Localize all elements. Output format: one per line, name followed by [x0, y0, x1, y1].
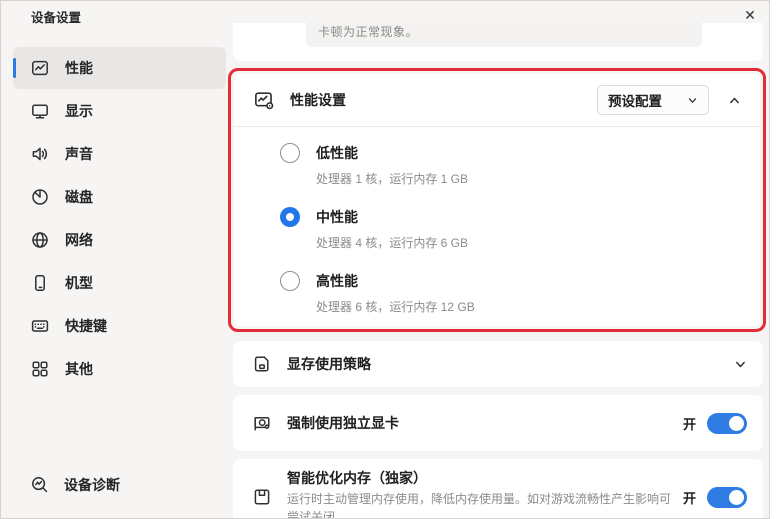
keyboard-icon [30, 316, 50, 336]
sidebar-item-model[interactable]: 机型 [13, 262, 226, 304]
option-low-performance: 低性能 处理器 1 核，运行内存 1 GB [280, 143, 760, 187]
device-settings-window: 设备设置 ✕ 性能 显示 声音 磁盘 [0, 0, 770, 519]
option-medium-performance: 中性能 处理器 4 核，运行内存 6 GB [280, 207, 760, 251]
window-title: 设备设置 [31, 7, 81, 26]
force-dgpu-card: 强制使用独立显卡 开 [233, 395, 763, 451]
grid-icon [30, 359, 50, 379]
disk-pie-icon [30, 187, 50, 207]
performance-settings-card: 性能设置 预设配置 低性能 [234, 74, 760, 326]
performance-settings-header: 性能设置 预设配置 [234, 74, 760, 127]
smart-memory-card: 智能优化内存（独家） 运行时主动管理内存使用，降低内存使用量。如对游戏流畅性产生… [233, 459, 763, 519]
chevron-down-icon [734, 358, 747, 371]
performance-options: 低性能 处理器 1 核，运行内存 1 GB 中性能 处理器 4 核，运行内存 6… [234, 127, 760, 315]
sidebar-item-label: 显示 [65, 101, 93, 121]
sidebar-item-label: 磁盘 [65, 187, 93, 207]
sidebar-item-diagnostics[interactable]: 设备诊断 [13, 467, 226, 503]
radio-unselected[interactable] [280, 143, 300, 163]
sidebar-item-label: 机型 [65, 273, 93, 293]
option-high-performance: 高性能 处理器 6 核，运行内存 12 GB [280, 271, 760, 315]
smart-memory-title: 智能优化内存（独家） [287, 468, 683, 488]
preset-config-label: 预设配置 [608, 90, 662, 110]
force-dgpu-title: 强制使用独立显卡 [287, 413, 399, 433]
option-label: 高性能 [316, 271, 358, 291]
option-high-row[interactable]: 高性能 [280, 271, 760, 291]
sidebar-item-other[interactable]: 其他 [13, 348, 226, 390]
sidebar-item-shortcuts[interactable]: 快捷键 [13, 305, 226, 347]
vram-icon [252, 354, 272, 374]
info-note-text: 卡顿为正常现象。 [318, 23, 418, 40]
radio-selected[interactable] [280, 207, 300, 227]
option-label: 低性能 [316, 143, 358, 163]
globe-icon [30, 230, 50, 250]
diagnostics-icon [30, 475, 50, 495]
smart-memory-toggle[interactable] [707, 487, 747, 508]
sidebar-item-label: 快捷键 [65, 316, 107, 336]
vram-strategy-card[interactable]: 显存使用策略 [233, 341, 763, 387]
performance-chart-icon [30, 58, 50, 78]
force-dgpu-toggle[interactable] [707, 413, 747, 434]
speaker-icon [30, 144, 50, 164]
monitor-icon [30, 101, 50, 121]
previous-section-card: 卡顿为正常现象。 [233, 23, 763, 61]
sidebar-item-sound[interactable]: 声音 [13, 133, 226, 175]
toggle-knob [729, 490, 744, 505]
device-icon [30, 273, 50, 293]
highlight-frame: 性能设置 预设配置 低性能 [228, 68, 766, 332]
sidebar-footer-label: 设备诊断 [64, 475, 120, 495]
sidebar-item-performance[interactable]: 性能 [13, 47, 226, 89]
performance-settings-icon [253, 89, 275, 111]
radio-unselected[interactable] [280, 271, 300, 291]
toggle-knob [729, 416, 744, 431]
sidebar-item-network[interactable]: 网络 [13, 219, 226, 261]
info-note-box: 卡顿为正常现象。 [306, 23, 702, 47]
toggle-state-label: 开 [683, 414, 696, 433]
option-low-row[interactable]: 低性能 [280, 143, 760, 163]
sidebar-item-label: 其他 [65, 359, 93, 379]
option-desc: 处理器 1 核，运行内存 1 GB [316, 170, 760, 187]
sidebar-item-display[interactable]: 显示 [13, 90, 226, 132]
smart-memory-desc: 运行时主动管理内存使用，降低内存使用量。如对游戏流畅性产生影响可尝试关闭。 [287, 491, 683, 519]
sidebar-item-label: 网络 [65, 230, 93, 250]
chevron-down-icon [687, 95, 698, 106]
toggle-state-label: 开 [683, 488, 696, 507]
preset-config-dropdown[interactable]: 预设配置 [597, 85, 709, 115]
vram-strategy-title: 显存使用策略 [287, 354, 371, 374]
save-memory-icon [252, 487, 272, 507]
option-desc: 处理器 6 核，运行内存 12 GB [316, 298, 760, 315]
chevron-up-icon [728, 94, 741, 107]
option-label: 中性能 [316, 207, 358, 227]
option-desc: 处理器 4 核，运行内存 6 GB [316, 234, 760, 251]
sidebar-item-disk[interactable]: 磁盘 [13, 176, 226, 218]
performance-settings-title: 性能设置 [290, 90, 346, 110]
sidebar-item-label: 性能 [65, 58, 93, 78]
collapse-section-button[interactable] [722, 88, 746, 112]
sidebar-item-label: 声音 [65, 144, 93, 164]
gpu-icon [252, 413, 272, 433]
sidebar: 性能 显示 声音 磁盘 网络 [13, 47, 226, 391]
option-medium-row[interactable]: 中性能 [280, 207, 760, 227]
